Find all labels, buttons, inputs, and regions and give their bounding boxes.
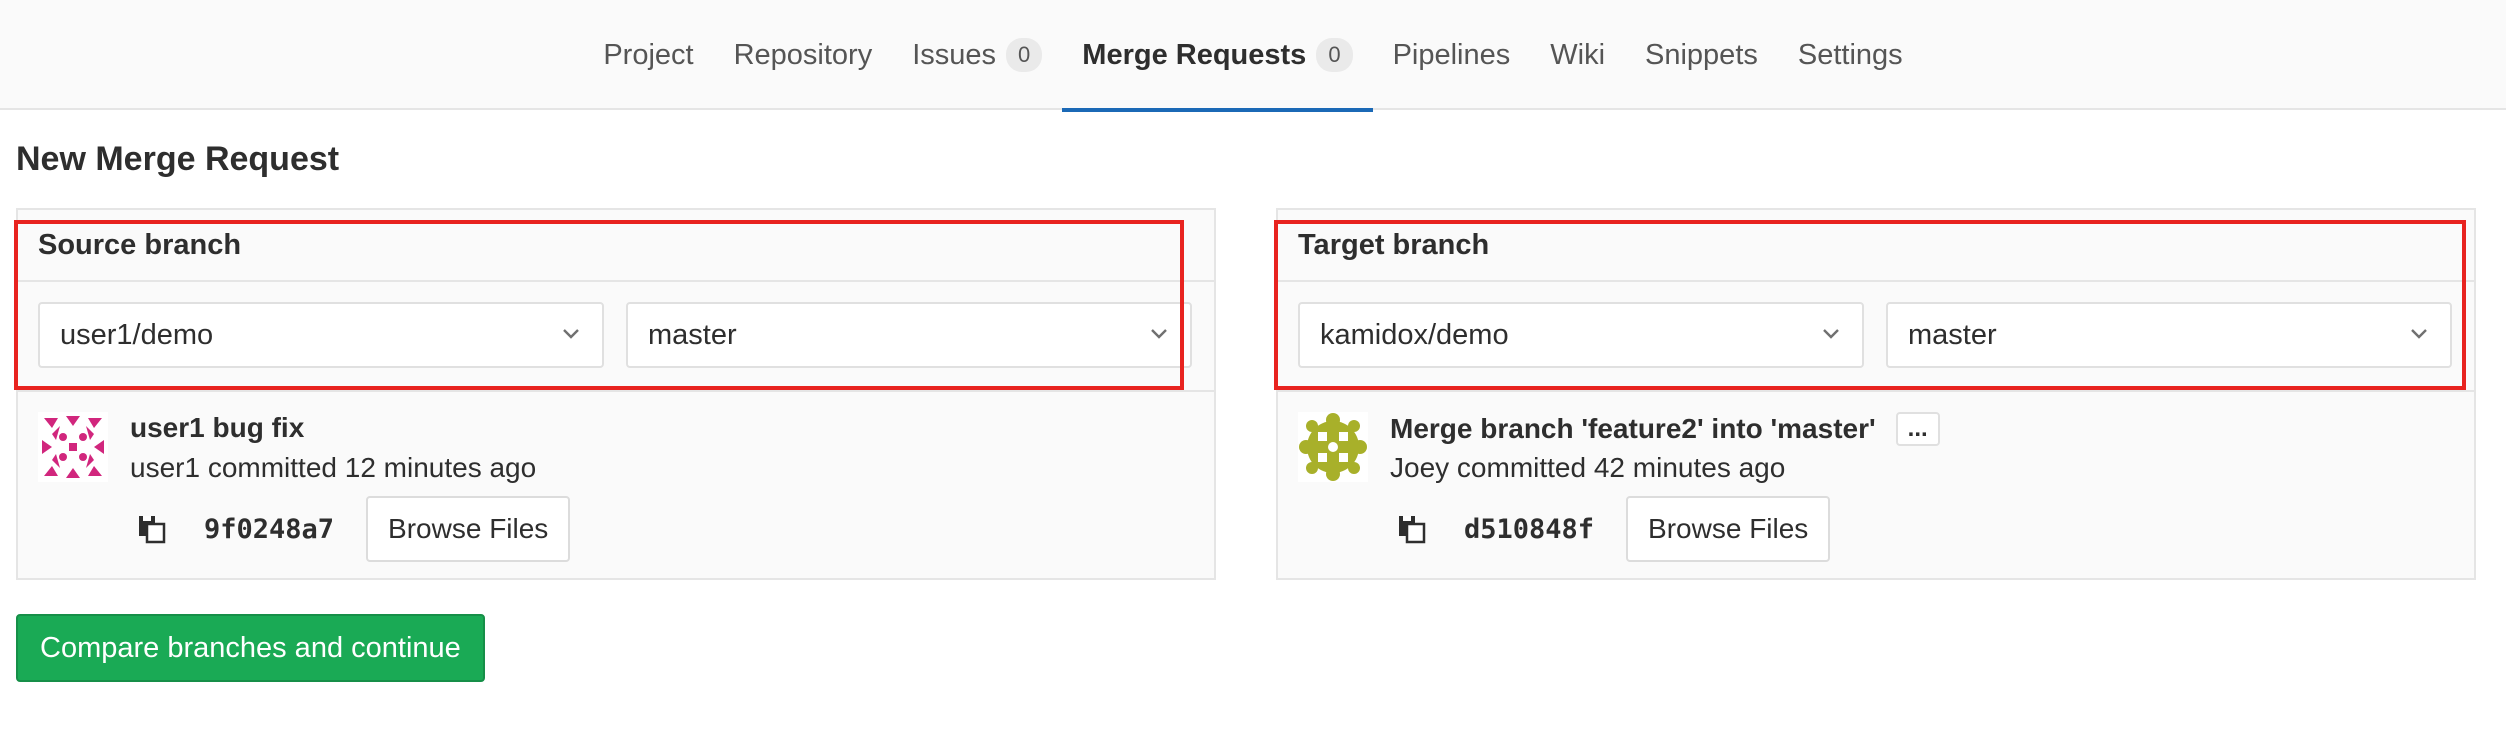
chevron-down-icon [1823,329,1839,339]
tab-repository[interactable]: Repository [714,0,893,110]
merge-requests-count-badge: 0 [1316,38,1353,72]
nav-tabs: Project Repository Issues 0 Merge Reques… [0,0,2506,112]
tab-issues[interactable]: Issues 0 [892,0,1062,110]
copy-icon[interactable] [1396,513,1428,545]
commit-title[interactable]: user1 bug fix [130,412,304,444]
copy-icon[interactable] [136,513,168,545]
user-avatar [38,412,108,482]
tab-label: Settings [1797,38,1903,71]
tab-snippets[interactable]: Snippets [1625,0,1778,110]
browse-files-button[interactable]: Browse Files [1626,496,1831,562]
user-avatar [1298,412,1368,482]
commit-sha-row: 9f0248a7 Browse Files [130,496,571,562]
commit-sha-row: d510848f Browse Files [1390,496,1831,562]
tab-label: Snippets [1645,38,1758,71]
tab-pipelines[interactable]: Pipelines [1373,0,1531,110]
select-value: master [1908,318,1997,351]
expand-commit-message-button[interactable]: ... [1895,412,1940,446]
commit-title[interactable]: Merge branch 'feature2' into 'master' ..… [1390,412,1940,446]
tab-label: Issues [912,38,997,71]
tab-settings[interactable]: Settings [1778,0,1923,110]
target-commit-info: Merge branch 'feature2' into 'master' ..… [1278,392,2474,580]
compare-branches-button[interactable]: Compare branches and continue [16,614,485,682]
issues-count-badge: 0 [1006,38,1043,72]
commit-author-time: Joey committed 42 minutes ago [1390,452,1786,483]
select-value: master [648,318,737,351]
commit-author-time: user1 committed 12 minutes ago [130,452,537,483]
target-branch-select[interactable]: master [1886,302,2452,368]
tab-project[interactable]: Project [583,0,713,110]
tab-label: Merge Requests [1082,38,1307,71]
commit-title-text: user1 bug fix [130,412,305,443]
select-value: kamidox/demo [1320,318,1509,351]
browse-files-button[interactable]: Browse Files [366,496,571,562]
chevron-down-icon [2411,329,2427,339]
commit-sha[interactable]: 9f0248a7 [204,514,334,545]
target-branch-panel: Target branch kamidox/demo master Merge … [1274,208,2476,580]
chevron-down-icon [563,329,579,339]
target-project-select[interactable]: kamidox/demo [1298,302,1864,368]
tab-label: Wiki [1550,38,1606,71]
source-branch-selectors: user1/demo master [18,282,1214,392]
source-branch-select[interactable]: master [626,302,1192,368]
target-branch-selectors: kamidox/demo master [1278,282,2474,392]
tab-merge-requests[interactable]: Merge Requests 0 [1062,0,1373,112]
select-value: user1/demo [60,318,214,351]
source-branch-header: Source branch [18,210,1214,282]
commit-sha[interactable]: d510848f [1464,514,1594,545]
tab-wiki[interactable]: Wiki [1530,0,1625,110]
project-nav-bar: Project Repository Issues 0 Merge Reques… [0,0,2506,112]
tab-label: Project [603,38,694,71]
source-project-select[interactable]: user1/demo [38,302,604,368]
source-branch-panel: Source branch user1/demo master user1 bu… [14,208,1216,580]
chevron-down-icon [1151,329,1167,339]
tab-label: Repository [733,38,873,71]
target-branch-header: Target branch [1278,210,2474,282]
source-commit-info: user1 bug fix user1 committed 12 minutes… [18,392,1214,580]
tab-label: Pipelines [1392,38,1511,71]
page-title: New Merge Request [16,140,340,178]
commit-title-text: Merge branch 'feature2' into 'master' [1390,413,1876,444]
